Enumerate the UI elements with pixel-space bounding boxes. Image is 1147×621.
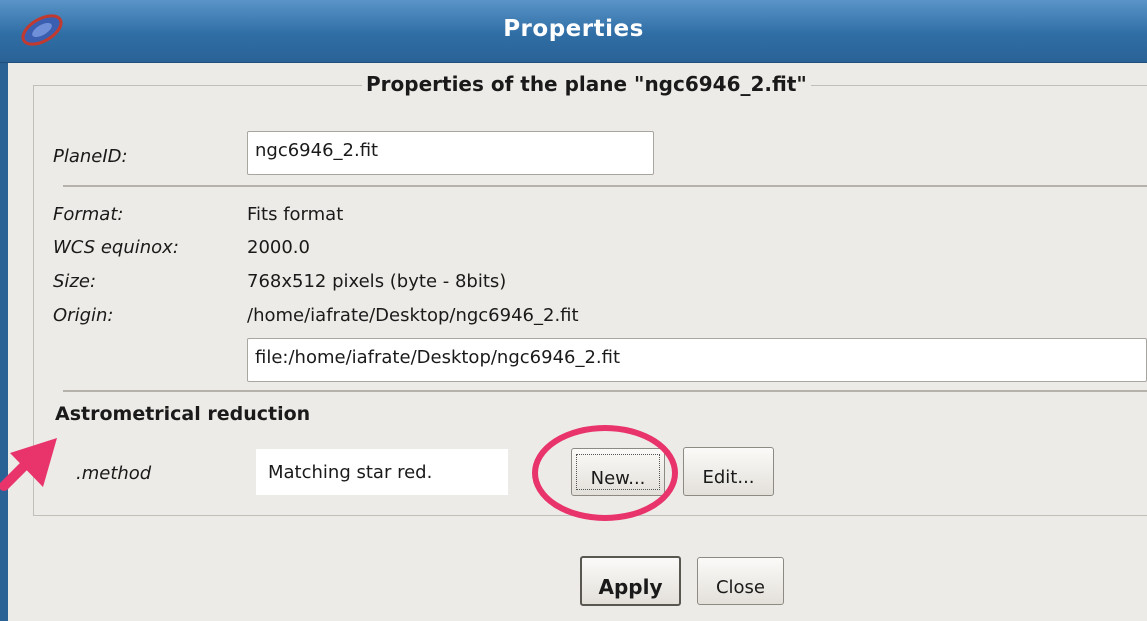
origin-label: Origin: [53, 305, 114, 326]
edit-button[interactable]: Edit... [683, 447, 774, 496]
window-title: Properties [503, 16, 644, 42]
title-bar[interactable]: Properties [0, 0, 1147, 63]
origin-url-input[interactable]: file:/home/iafrate/Desktop/ngc6946_2.fit [247, 338, 1147, 382]
plane-id-input[interactable]: ngc6946_2.fit [247, 131, 654, 175]
astrometry-section-title: Astrometrical reduction [55, 403, 311, 425]
close-button[interactable]: Close [697, 557, 784, 605]
plane-id-label: PlaneID: [53, 146, 128, 167]
separator-bottom [63, 390, 1147, 392]
format-label: Format: [53, 204, 124, 225]
method-label: .method [76, 463, 152, 484]
apply-button[interactable]: Apply [580, 556, 681, 606]
format-value: Fits format [247, 204, 344, 225]
method-value: Matching star red. [256, 449, 508, 495]
focus-ring [576, 454, 660, 490]
group-title: Properties of the plane "ngc6946_2.fit" [362, 72, 811, 96]
size-value: 768x512 pixels (byte - 8bits) [247, 271, 507, 292]
size-label: Size: [53, 271, 97, 292]
wcs-equinox-value: 2000.0 [247, 237, 310, 258]
separator-top [63, 185, 1147, 187]
origin-value: /home/iafrate/Desktop/ngc6946_2.fit [247, 305, 579, 326]
new-button[interactable]: New... [571, 448, 665, 496]
wcs-equinox-label: WCS equinox: [53, 237, 179, 258]
